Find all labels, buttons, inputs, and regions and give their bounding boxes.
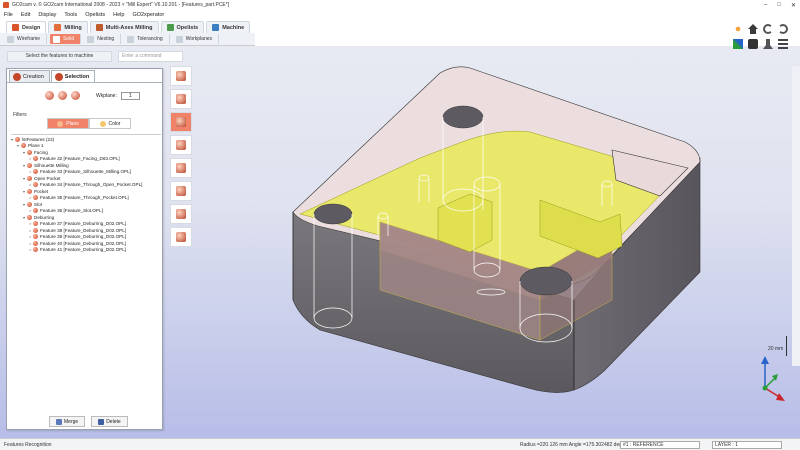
filter-color-label: Color xyxy=(108,120,121,127)
tab-selection-label: Selection xyxy=(64,73,90,80)
feature-node-icon xyxy=(33,195,38,201)
selection-tools: Wkplane: 1 xyxy=(45,91,140,100)
feature-node-icon xyxy=(27,175,32,181)
feature-tool-4[interactable] xyxy=(170,135,192,155)
hole-top-left xyxy=(313,203,353,225)
feature-node-icon xyxy=(33,208,38,214)
feature-tool-8[interactable] xyxy=(170,227,192,247)
filter-color-button[interactable]: Color xyxy=(89,118,131,129)
select-feature-icon[interactable] xyxy=(45,91,54,100)
tree-node-label: Feature 40 [Feature_Deburring_D02.OPL] xyxy=(40,240,127,246)
delete-button[interactable]: Delete xyxy=(91,416,128,427)
color-icon xyxy=(99,120,106,127)
tree-node-label: lstFeatures (22) xyxy=(22,136,55,142)
feature-tool-5[interactable] xyxy=(170,158,192,178)
wkplane-field[interactable]: 1 xyxy=(120,91,140,100)
contour-feature-icon xyxy=(176,140,186,150)
tree-node-label: Deburring xyxy=(34,214,55,220)
filters-label: Filters xyxy=(13,112,27,118)
edit-feature-icon xyxy=(176,232,186,242)
feature-tool-7[interactable] xyxy=(170,204,192,224)
pocket-feature-icon xyxy=(176,117,186,127)
axis-triad xyxy=(761,356,785,401)
tree-node-label: Feature 35 [Feature_Through_Pocket.OPL] xyxy=(40,195,129,201)
reference-selector[interactable]: #1 : REFERENCE xyxy=(620,440,700,449)
feature-node-icon xyxy=(33,169,38,175)
tree-node-label: Feature 38 [Feature_Deburring_D02.OPL] xyxy=(40,227,127,233)
filter-buttons: Plans Color xyxy=(47,118,131,129)
filter-plans-label: Plans xyxy=(66,120,79,127)
tree-node-label: Pocket xyxy=(34,188,49,194)
plans-icon xyxy=(57,120,64,127)
feature-node-icon xyxy=(33,240,38,246)
tree-node-label: Feature 39 [Feature_Deburring_D02.OPL] xyxy=(40,234,127,240)
tree-node-label: Open Pocket xyxy=(34,175,61,181)
tab-creation[interactable]: Creation xyxy=(9,70,50,82)
panel-tabs: Creation Selection xyxy=(7,69,162,83)
feature-node-icon xyxy=(21,143,26,149)
feature-node-icon xyxy=(33,156,38,162)
wkplane-label: Wkplane: xyxy=(96,92,117,99)
status-coordinates: Radius =220.126 mm Angle =175.302482 deg xyxy=(520,441,623,448)
creation-icon xyxy=(13,72,21,81)
feature-node-icon xyxy=(33,221,38,227)
tree-node-label: Feature 41 [Feature_Deburring_D02.OPL] xyxy=(40,247,127,253)
select-face-icon[interactable] xyxy=(58,91,67,100)
delete-label: Delete xyxy=(106,418,121,425)
tree-node-label: Silhouette Milling xyxy=(34,162,69,168)
feature-tool-2[interactable] xyxy=(170,89,192,109)
tree-node-label: Plane 1 xyxy=(28,143,44,149)
layer-selector[interactable]: LAYER : 1 xyxy=(712,440,782,449)
selection-icon xyxy=(54,72,63,81)
feature-node-icon xyxy=(27,162,32,168)
tab-creation-label: Creation xyxy=(23,73,44,80)
tree-node-label: Feature 37 [Feature_Deburring_D02.OPL] xyxy=(40,221,127,227)
feature-node-icon xyxy=(27,214,32,220)
hole-feature-icon xyxy=(176,94,186,104)
tree-node-label: Feature 36 [Feature_Slot.OPL] xyxy=(40,208,103,214)
feature-tool-3[interactable] xyxy=(170,112,192,132)
merge-label: Merge xyxy=(64,418,79,425)
hole-top-back xyxy=(442,105,484,129)
feature-node-icon xyxy=(33,234,38,240)
feature-node-icon xyxy=(27,149,32,155)
status-message: Features Recognition xyxy=(4,441,52,448)
feature-node-icon xyxy=(33,247,38,253)
hole-top-front xyxy=(519,266,573,296)
tree-node-label: Slot xyxy=(34,201,42,207)
panel-buttons: Merge Delete xyxy=(49,416,128,427)
feature-node-icon xyxy=(33,227,38,233)
merge-icon xyxy=(56,418,62,425)
select-all-icon[interactable] xyxy=(71,91,80,100)
feature-tree: ▾ lstFeatures (22) ▾ Plane 1 ▾ Facing > Feature… xyxy=(11,134,161,404)
feature-tool-1[interactable] xyxy=(170,66,192,86)
feature-tool-6[interactable] xyxy=(170,181,192,201)
filter-plans-button[interactable]: Plans xyxy=(47,118,89,129)
scale-bar xyxy=(786,336,787,356)
merge-button[interactable]: Merge xyxy=(49,416,86,427)
tree-node-label: Feature 33 [Feature_Silhouette_Milling.O… xyxy=(40,169,131,175)
feature-node-icon xyxy=(27,201,32,207)
feature-node-icon xyxy=(15,136,20,142)
tab-selection[interactable]: Selection xyxy=(50,70,96,82)
feature-recognition-icon xyxy=(176,71,186,81)
features-panel: Creation Selection Wkplane: 1 Filters Pl… xyxy=(6,68,163,430)
tree-node[interactable]: > Feature 41 [Feature_Deburring_D02.OPL] xyxy=(11,247,161,254)
feature-toolbar xyxy=(170,66,192,247)
tree-node-label: Feature 32 [Feature_Facing_D63.OPL] xyxy=(40,156,120,162)
delete-icon xyxy=(98,418,105,425)
status-bar: Features Recognition Radius =220.126 mm … xyxy=(0,438,800,450)
chamfer-feature-icon xyxy=(176,209,186,219)
scale-label: 20 mm xyxy=(768,346,784,352)
tree-node-label: Feature 34 [Feature_Through_Open_Pocket.… xyxy=(40,182,143,188)
feature-node-icon xyxy=(33,182,38,188)
face-feature-icon xyxy=(176,163,186,173)
slot-feature-icon xyxy=(176,186,186,196)
feature-node-icon xyxy=(27,188,32,194)
tree-node-label: Facing xyxy=(34,149,48,155)
